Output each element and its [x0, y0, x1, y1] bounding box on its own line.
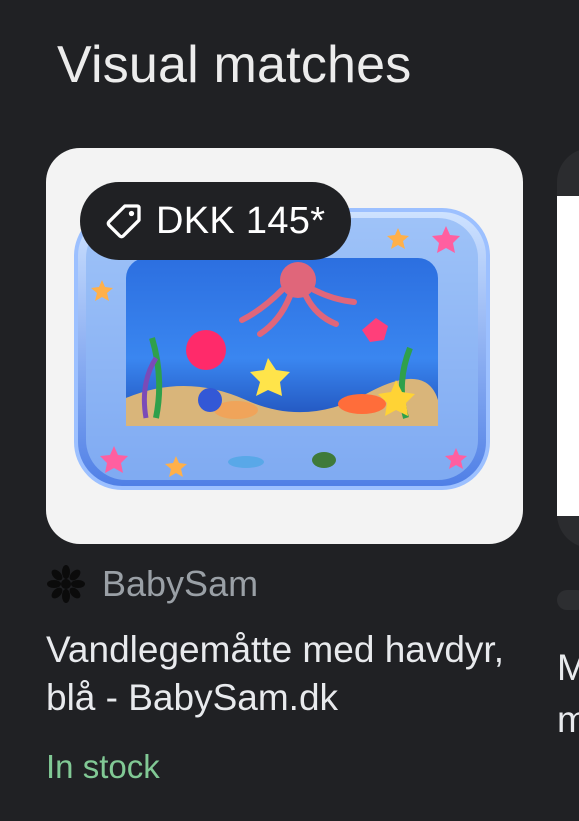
- next-product-title[interactable]: M m: [557, 642, 579, 746]
- price-badge: DKK 145*: [80, 182, 352, 260]
- source-name: BabySam: [102, 563, 259, 604]
- stock-status: In stock: [46, 748, 160, 785]
- product-title-link[interactable]: Vandlegemåtte med havdyr, blå - BabySam.…: [46, 626, 536, 722]
- source-row[interactable]: BabySam: [46, 560, 258, 608]
- next-source-logo-icon: [557, 590, 579, 610]
- visual-matches-panel: Visual matches DKK 145* BabySam Vandlege…: [0, 0, 579, 821]
- next-product-image-fill: [557, 196, 579, 516]
- product-image[interactable]: DKK 145*: [46, 148, 523, 544]
- babysam-logo-icon: [46, 564, 86, 604]
- product-card[interactable]: DKK 145* BabySam Vandlegemåtte med havdy…: [46, 0, 523, 821]
- price-tag-icon: [104, 201, 144, 241]
- price-text: DKK 145*: [156, 199, 326, 242]
- next-product-image[interactable]: [557, 148, 579, 548]
